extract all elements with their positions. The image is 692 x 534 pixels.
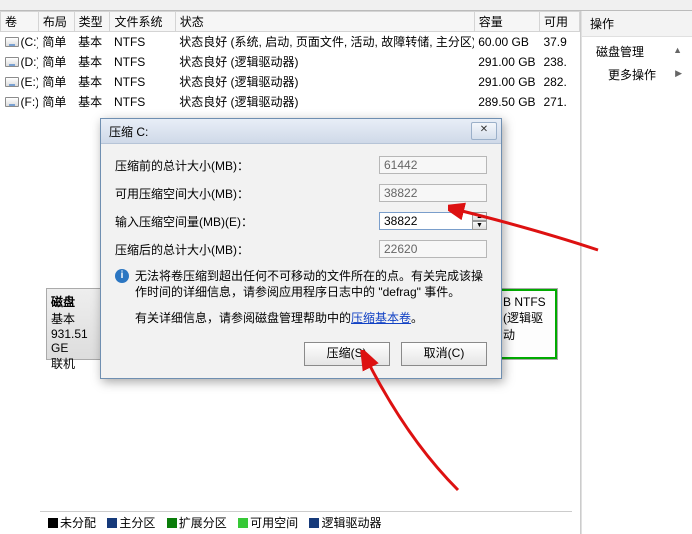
spinner-down-button[interactable]: ▼ [472, 221, 487, 230]
cell-fs: NTFS [110, 32, 175, 52]
chevron-up-icon: ▲ [673, 45, 682, 55]
legend-swatch-logical [309, 518, 319, 528]
disk-caption-type: 基本 [51, 310, 97, 327]
operations-item-more[interactable]: 更多操作 ▶ [582, 62, 692, 87]
operations-panel: 操作 磁盘管理 ▲ 更多操作 ▶ [581, 11, 692, 534]
legend: 未分配 主分区 扩展分区 可用空间 逻辑驱动器 [40, 511, 572, 530]
col-header-status[interactable]: 状态 [175, 12, 474, 32]
legend-label: 未分配 [60, 516, 96, 530]
cell-status: 状态良好 (逻辑驱动器) [175, 92, 474, 112]
col-header-layout[interactable]: 布局 [38, 12, 74, 32]
cell-cap: 289.50 GB [474, 92, 539, 112]
col-header-type[interactable]: 类型 [74, 12, 110, 32]
col-header-fs[interactable]: 文件系统 [110, 12, 175, 32]
legend-label: 可用空间 [250, 516, 298, 530]
legend-swatch-primary [107, 518, 117, 528]
drive-icon [5, 97, 19, 107]
shrink-button[interactable]: 压缩(S) [304, 342, 390, 366]
shrink-dialog: 压缩 C: ✕ 压缩前的总计大小(MB)： 61442 可用压缩空间大小(MB)… [100, 118, 502, 379]
operations-item-label: 磁盘管理 [596, 45, 644, 59]
info-text-defrag: 无法将卷压缩到超出任何不可移动的文件所在的点。有关完成该操作时间的详细信息，请参… [135, 268, 487, 300]
close-icon[interactable]: ✕ [471, 122, 497, 140]
top-toolbar-strip [0, 0, 692, 11]
col-header-available[interactable]: 可用 [539, 12, 579, 32]
dialog-title: 压缩 C: [109, 123, 471, 140]
col-header-volume[interactable]: 卷 [1, 12, 39, 32]
cell-status: 状态良好 (逻辑驱动器) [175, 72, 474, 92]
spinner-up-button[interactable]: ▲ [472, 212, 487, 221]
legend-swatch-unallocated [48, 518, 58, 528]
cell-layout: 简单 [38, 92, 74, 112]
disk-caption-size: 931.51 GE [51, 327, 97, 355]
legend-swatch-extended [167, 518, 177, 528]
table-row[interactable]: (D:) 简单 基本 NTFS 状态良好 (逻辑驱动器) 291.00 GB 2… [1, 52, 580, 72]
cell-avail: 37.9 [539, 32, 579, 52]
volume-table: 卷 布局 类型 文件系统 状态 容量 可用 (C:) 简单 基本 NTFS [0, 11, 580, 112]
cell-fs: NTFS [110, 72, 175, 92]
disk-volume-box[interactable]: B NTFS (逻辑驱动 [497, 289, 557, 359]
operations-item-disk-management[interactable]: 磁盘管理 ▲ [582, 37, 692, 62]
drive-icon [5, 77, 19, 87]
cell-layout: 简单 [38, 72, 74, 92]
cell-cap: 60.00 GB [474, 32, 539, 52]
cell-cap: 291.00 GB [474, 72, 539, 92]
value-available-shrink: 38822 [379, 184, 487, 202]
drive-label: (C:) [21, 35, 39, 49]
cell-avail: 282. [539, 72, 579, 92]
cell-type: 基本 [74, 72, 110, 92]
label-total-after: 压缩后的总计大小(MB)： [115, 241, 379, 258]
cell-type: 基本 [74, 52, 110, 72]
operations-header: 操作 [582, 11, 692, 37]
disk-volume-fs: B NTFS [503, 295, 551, 309]
label-enter-shrink: 输入压缩空间量(MB)(E)： [115, 213, 379, 230]
cancel-button[interactable]: 取消(C) [401, 342, 487, 366]
cell-avail: 238. [539, 52, 579, 72]
drive-label: (D:) [21, 55, 39, 69]
cell-layout: 简单 [38, 52, 74, 72]
cell-avail: 271. [539, 92, 579, 112]
info-icon: i [115, 269, 129, 283]
table-row[interactable]: (F:) 简单 基本 NTFS 状态良好 (逻辑驱动器) 289.50 GB 2… [1, 92, 580, 112]
cell-status: 状态良好 (系统, 启动, 页面文件, 活动, 故障转储, 主分区) [175, 32, 474, 52]
info-text-help-b: 。 [411, 311, 423, 325]
drive-icon [5, 37, 19, 47]
cell-type: 基本 [74, 92, 110, 112]
value-total-before: 61442 [379, 156, 487, 174]
cell-type: 基本 [74, 32, 110, 52]
legend-label: 扩展分区 [179, 516, 227, 530]
cell-fs: NTFS [110, 92, 175, 112]
help-link-shrink-basic-volume[interactable]: 压缩基本卷 [351, 311, 411, 325]
legend-label: 逻辑驱动器 [321, 516, 381, 530]
info-text-help-a: 有关详细信息，请参阅磁盘管理帮助中的 [135, 311, 351, 325]
label-available-shrink: 可用压缩空间大小(MB)： [115, 185, 379, 202]
disk-volume-state: (逻辑驱动 [503, 309, 551, 343]
cell-fs: NTFS [110, 52, 175, 72]
value-total-after: 22620 [379, 240, 487, 258]
shrink-amount-input[interactable] [379, 212, 487, 230]
legend-label: 主分区 [119, 516, 155, 530]
drive-label: (E:) [21, 75, 39, 89]
cell-cap: 291.00 GB [474, 52, 539, 72]
table-row[interactable]: (E:) 简单 基本 NTFS 状态良好 (逻辑驱动器) 291.00 GB 2… [1, 72, 580, 92]
chevron-right-icon: ▶ [675, 68, 682, 79]
drive-icon [5, 57, 19, 67]
legend-swatch-free [238, 518, 248, 528]
table-row[interactable]: (C:) 简单 基本 NTFS 状态良好 (系统, 启动, 页面文件, 活动, … [1, 32, 580, 52]
dialog-titlebar[interactable]: 压缩 C: ✕ [101, 119, 501, 144]
disk-caption-title: 磁盘 [51, 295, 75, 309]
drive-label: (F:) [21, 95, 39, 109]
cell-layout: 简单 [38, 32, 74, 52]
disk-caption[interactable]: 磁盘 基本 931.51 GE 联机 [47, 289, 102, 359]
cell-status: 状态良好 (逻辑驱动器) [175, 52, 474, 72]
disk-caption-state: 联机 [51, 355, 97, 372]
col-header-capacity[interactable]: 容量 [474, 12, 539, 32]
label-total-before: 压缩前的总计大小(MB)： [115, 157, 379, 174]
operations-item-label: 更多操作 [608, 68, 656, 82]
